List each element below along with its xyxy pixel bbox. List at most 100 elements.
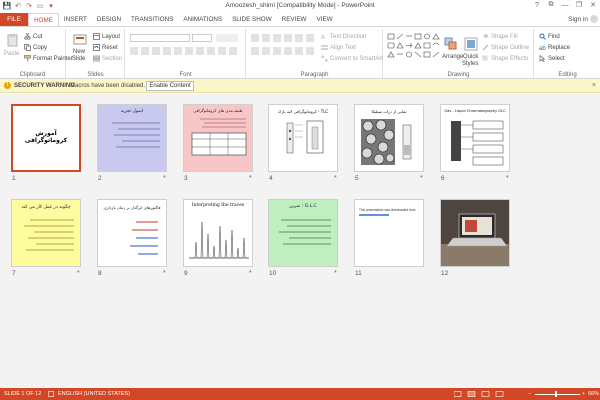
- font-size-box[interactable]: [192, 34, 212, 42]
- tab-home[interactable]: HOME: [28, 13, 59, 26]
- quick-styles-icon[interactable]: [464, 37, 478, 51]
- slide-thumbnail-12[interactable]: [440, 199, 510, 267]
- view-buttons[interactable]: [454, 391, 514, 397]
- zoom-slider[interactable]: [535, 394, 580, 395]
- tab-view[interactable]: VIEW: [312, 13, 338, 26]
- text-direction-icon: A: [321, 35, 325, 40]
- reset-icon: [93, 44, 100, 51]
- cursor-icon: [539, 55, 546, 62]
- slide-3-table: [191, 118, 247, 156]
- slide-4-title: کروماتوگرافی لایه نازک - TLC: [277, 109, 329, 114]
- slide-number-6: 6: [441, 175, 445, 182]
- slide-thumbnail-7[interactable]: چگونه در عمل کار می کند: [11, 199, 81, 267]
- tab-review[interactable]: REVIEW: [277, 13, 312, 26]
- layout-button[interactable]: Layout: [93, 33, 120, 40]
- convert-to-smartart-button[interactable]: Convert to SmartArt: [321, 55, 383, 62]
- zoom-in-button[interactable]: +: [582, 391, 585, 397]
- avatar[interactable]: [590, 15, 598, 23]
- list-indent-buttons[interactable]: [251, 34, 317, 42]
- paragraph-group: A Text Direction Align Text Convert to S…: [247, 29, 383, 78]
- shapes-gallery[interactable]: [387, 33, 441, 63]
- zoom-slider-thumb[interactable]: [555, 391, 557, 397]
- paragraph-group-label: Paragraph: [300, 72, 329, 78]
- tab-animations[interactable]: ANIMATIONS: [178, 13, 227, 26]
- section-button[interactable]: Section: [93, 55, 122, 62]
- zoom-out-button[interactable]: −: [528, 391, 531, 397]
- align-text-button[interactable]: Align Text: [321, 44, 356, 51]
- shape-fill-button[interactable]: Shape Fill: [482, 33, 518, 40]
- slide-transition-icon-10[interactable]: *: [334, 270, 337, 277]
- warning-icon: !: [4, 82, 11, 89]
- security-warning-message: Macros have been disabled.: [70, 83, 146, 89]
- text-direction-button[interactable]: A Text Direction: [321, 33, 366, 41]
- arrange-icon[interactable]: [444, 37, 458, 51]
- pen-icon: [482, 44, 489, 51]
- editing-group: Find ab Replace Select Editing: [535, 29, 600, 78]
- slide-2-title: اصول تجزیه: [120, 109, 144, 114]
- slide-transition-icon-3[interactable]: *: [249, 175, 252, 182]
- arrange-button[interactable]: Arrange: [442, 54, 463, 60]
- slide-thumbnail-3[interactable]: طبقه بندی های کروماتوگرافی: [183, 104, 253, 172]
- alignment-buttons[interactable]: [251, 47, 317, 55]
- grow-shrink-font-buttons[interactable]: [216, 34, 238, 42]
- slide-number-5: 5: [355, 175, 359, 182]
- effects-icon: [482, 55, 488, 61]
- help-icon[interactable]: ?: [532, 0, 542, 10]
- slide-transition-icon-6[interactable]: *: [506, 175, 509, 182]
- slide-thumbnail-9[interactable]: Interpreting the traces: [183, 199, 253, 267]
- zoom-level[interactable]: 66%: [588, 391, 599, 397]
- new-slide-icon[interactable]: [73, 33, 87, 47]
- slide-12-laptop-photo: [441, 200, 509, 266]
- font-name-box[interactable]: [130, 34, 190, 42]
- paste-button[interactable]: Paste: [4, 51, 19, 57]
- replace-button[interactable]: ab Replace: [539, 44, 570, 52]
- slide-transition-icon-2[interactable]: *: [163, 175, 166, 182]
- slide-thumbnail-4[interactable]: کروماتوگرافی لایه نازک - TLC: [268, 104, 338, 172]
- svg-text:A: A: [321, 35, 325, 40]
- shape-effects-button[interactable]: Shape Effects: [482, 55, 528, 62]
- slide-transition-icon-4[interactable]: *: [334, 175, 337, 182]
- font-format-buttons[interactable]: [130, 47, 238, 55]
- tab-transitions[interactable]: TRANSITIONS: [126, 13, 178, 26]
- slide-thumbnail-2[interactable]: اصول تجزیه: [97, 104, 167, 172]
- quick-styles-button[interactable]: Quick: [463, 54, 478, 60]
- slide-transition-icon-9[interactable]: *: [249, 270, 252, 277]
- cut-button[interactable]: Cut: [24, 33, 42, 40]
- paste-icon[interactable]: [6, 33, 20, 47]
- reset-button[interactable]: Reset: [93, 44, 118, 51]
- language-indicator[interactable]: ENGLISH (UNITED STATES): [58, 391, 130, 397]
- align-text-icon: [321, 45, 328, 50]
- close-button[interactable]: ✕: [588, 0, 598, 10]
- copy-button[interactable]: Copy: [24, 44, 47, 51]
- slide-thumbnail-6[interactable]: Gas - Liquid Chromatography GLC: [440, 104, 510, 172]
- close-icon[interactable]: ×: [592, 82, 596, 89]
- slide-number-3: 3: [184, 175, 188, 182]
- ribbon-display-options-icon[interactable]: ⧉: [546, 0, 556, 10]
- minimize-button[interactable]: —: [560, 0, 570, 10]
- slide-thumbnail-5[interactable]: نمایی از ذرات سیلیکا: [354, 104, 424, 172]
- font-group: Font: [126, 29, 246, 78]
- tab-slide-show[interactable]: SLIDE SHOW: [227, 13, 277, 26]
- slide-thumbnail-1[interactable]: آموزش کروماتوگرافی: [11, 104, 81, 172]
- shape-outline-button[interactable]: Shape Outline: [482, 44, 529, 51]
- tab-design[interactable]: DESIGN: [92, 13, 126, 26]
- slide-3-title: طبقه بندی های کروماتوگرافی: [193, 108, 243, 113]
- slide-thumbnail-8[interactable]: فاکتورهای اثرگذار بر زمان بازداری: [97, 199, 167, 267]
- slide-thumbnail-10[interactable]: تمرین : G.L.C: [268, 199, 338, 267]
- select-button[interactable]: Select: [539, 55, 565, 62]
- tab-file[interactable]: FILE: [0, 13, 28, 26]
- slide-transition-icon-5[interactable]: *: [420, 175, 423, 182]
- find-button[interactable]: Find: [539, 33, 560, 40]
- new-slide-button[interactable]: New: [73, 49, 85, 55]
- restore-button[interactable]: ❐: [574, 0, 584, 10]
- tab-insert[interactable]: INSERT: [59, 13, 92, 26]
- slide-transition-icon-8[interactable]: *: [163, 270, 166, 277]
- slide-transition-icon-7[interactable]: *: [77, 270, 80, 277]
- security-warning-title: SECURITY WARNING: [14, 83, 75, 89]
- spelling-check-icon[interactable]: [48, 391, 54, 397]
- enable-content-button[interactable]: Enable Content: [146, 81, 194, 91]
- slide-thumbnail-11[interactable]: This presentation was downloaded from: [354, 199, 424, 267]
- format-painter-button[interactable]: Format Painter: [24, 55, 73, 62]
- sign-in-link[interactable]: Sign in: [568, 16, 588, 23]
- slide-11-link[interactable]: [359, 214, 389, 216]
